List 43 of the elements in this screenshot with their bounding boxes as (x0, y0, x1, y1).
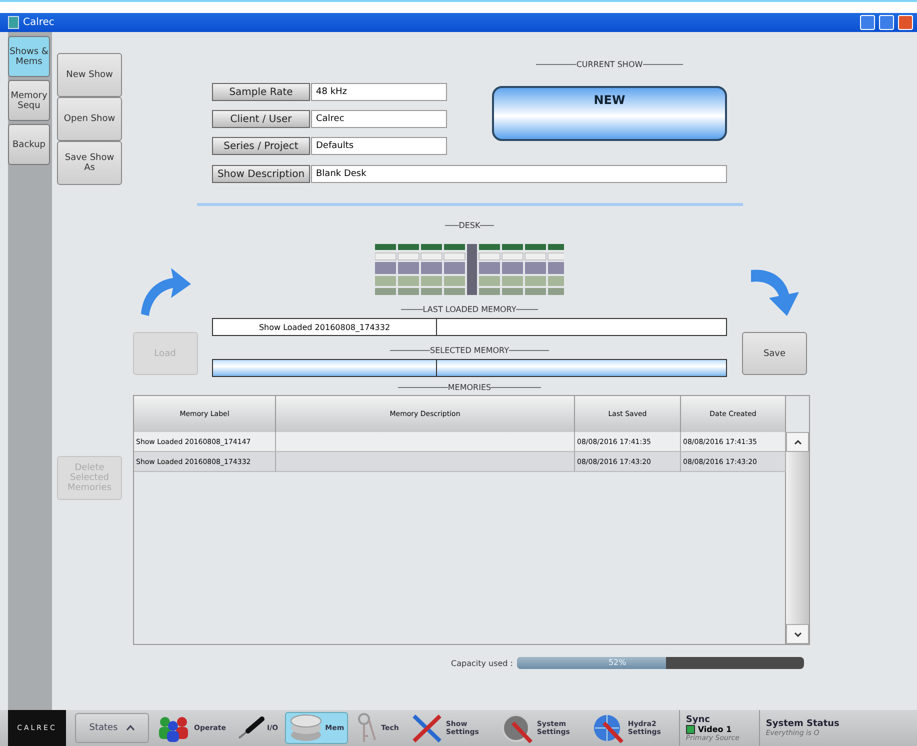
last-loaded-field: Show Loaded 20160808_174332 (212, 318, 727, 336)
scroll-down-button[interactable] (786, 624, 809, 644)
selected-memory-heading: SELECTED MEMORY (390, 346, 549, 355)
memories-heading: MEMORIES (398, 383, 542, 392)
window-title: Calrec (23, 17, 56, 28)
side-tab[interactable]: Memory Sequ (8, 80, 50, 121)
side-tab[interactable]: Backup (8, 124, 50, 165)
field-label: Show Description (212, 165, 310, 183)
field-label: Client / User (212, 110, 310, 128)
sync-title: Sync (686, 714, 711, 724)
desk-heading: DESK (444, 221, 494, 230)
show-button[interactable]: Save Show As (57, 141, 122, 185)
app-icon (8, 16, 19, 29)
side-tab[interactable]: Shows & Mems (8, 36, 50, 77)
minimize-button[interactable] (860, 15, 875, 30)
save-button[interactable]: Save (742, 332, 807, 375)
chevron-down-icon (794, 632, 802, 636)
field-value[interactable]: Calrec (311, 110, 447, 128)
capacity-label: Capacity used : (451, 658, 513, 668)
chevron-up-icon (126, 725, 135, 731)
gauge-screwdriver-icon (500, 713, 535, 743)
chevron-up-icon (794, 440, 802, 444)
sync-source: Video 1 (698, 724, 732, 734)
current-show-name: NEW (492, 86, 727, 141)
scrollbar[interactable] (785, 472, 809, 644)
capacity-reading: 52% (608, 657, 626, 669)
field-value[interactable]: Blank Desk (311, 165, 727, 183)
field-label: Sample Rate (212, 83, 310, 101)
last-loaded-heading: LAST LOADED MEMORY (400, 305, 538, 314)
show-button[interactable]: Open Show (57, 97, 122, 141)
field-value[interactable]: 48 kHz (311, 83, 447, 101)
states-button[interactable]: States (75, 713, 149, 743)
jack-plug-icon (236, 716, 265, 740)
scroll-up-button[interactable] (786, 432, 809, 452)
current-show-heading: CURRENT SHOW (536, 60, 683, 69)
status-title: System Status (766, 719, 840, 729)
disc-stack-icon (289, 713, 324, 743)
show-button[interactable]: New Show (57, 53, 122, 97)
field-value[interactable]: Defaults (311, 137, 447, 155)
globe-screwdriver-icon (592, 713, 626, 743)
field-label: Series / Project (212, 137, 310, 155)
close-button[interactable] (898, 15, 913, 30)
restore-button[interactable] (879, 15, 894, 30)
